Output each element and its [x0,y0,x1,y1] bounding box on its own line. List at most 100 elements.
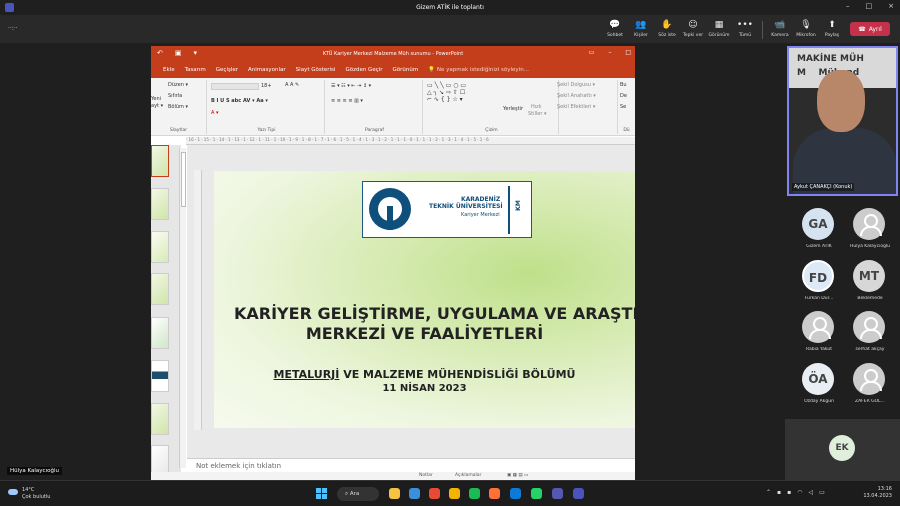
tell-me-search[interactable]: 💡 Ne yapmak istediğinizi söyleyin... [428,67,529,73]
firefox-icon[interactable] [489,488,500,499]
select-button[interactable]: Se [620,104,626,110]
scrollbar-thumb[interactable] [181,152,186,207]
self-view-tile[interactable]: EK [785,419,900,480]
quick-styles-button[interactable]: Hızlı [531,104,542,110]
file-explorer-icon[interactable] [409,488,420,499]
slide-thumbnail[interactable] [151,145,169,177]
tab-slideshow[interactable]: Slayt Gösterisi [296,67,336,73]
volume-icon[interactable]: ◁ [808,489,813,496]
ppt-ribbon-options-icon[interactable]: ▭ [589,49,595,56]
teams-icon [5,3,14,12]
undo-icon[interactable]: ↶ [157,49,163,57]
list-buttons[interactable]: ☰ ▾ ☷ ▾ ⇤ ⇥ ↕ ▾ [331,83,371,89]
replace-button[interactable]: De [620,93,627,99]
view-buttons[interactable]: ▣ ▦ ▤ ▭ [507,473,528,478]
notes-toggle[interactable]: Notlar [419,473,433,478]
wifi-icon[interactable]: ◠ [797,489,802,496]
folder-icon[interactable] [449,488,460,499]
participant-tile[interactable]: Hülya Kalaycıoğlu [840,208,896,258]
thumbnail-scrollbar[interactable] [179,148,186,468]
slide-thumbnails[interactable] [151,145,181,477]
slide-thumbnail[interactable] [151,403,169,435]
chat-button[interactable]: 💬 Sohbet [602,19,628,38]
slide-thumbnail[interactable] [151,273,169,305]
participants-panel: MAKİNE MÜH M Mühend Aykut ÇANAKÇI (Konuk… [785,43,900,480]
slide-thumbnail[interactable] [151,317,169,349]
react-button[interactable]: ☺ Tepki ver [680,19,706,38]
slide-thumbnail[interactable] [151,360,169,392]
ppt-maximize-button[interactable]: □ [625,49,631,56]
system-tray[interactable]: ⌃ ▪ ▪ ◠ ◁ ▭ [766,489,825,496]
shape-outline-button[interactable]: Şekil Anahattı ▾ [557,93,596,99]
view-button[interactable]: ▦ Görünüm [706,19,732,38]
shape-fill-button[interactable]: Şekil Dolgusu ▾ [557,82,595,88]
share-button[interactable]: ⬆ Paylaş [819,19,845,38]
tray-app-icon[interactable]: ▪ [787,489,791,496]
raise-hand-button[interactable]: ✋ Söz iste [654,19,680,38]
format-buttons[interactable]: B I U S abc AV ▾ Aa ▾ [211,98,268,104]
weather-widget[interactable]: 14°C Çok bulutlu [8,487,50,501]
more-button[interactable]: ••• Tümü [732,19,758,38]
find-button[interactable]: Bu [620,82,627,88]
battery-icon[interactable]: ▭ [819,489,825,496]
leave-button[interactable]: ☎ Ayrıl [850,22,890,36]
participant-tile[interactable]: FD Furkan Dur... [789,260,845,310]
mic-button[interactable]: 🎙 Mikrofon [793,19,819,38]
layout-button[interactable]: Düzen ▾ [168,82,188,88]
people-button[interactable]: 👥 Kişiler [628,19,654,38]
participant-tile[interactable]: ZAFER GÖL... [840,363,896,413]
edge-icon[interactable] [510,488,521,499]
tab-review[interactable]: Gözden Geçir [345,67,382,73]
slide-thumbnail[interactable] [151,231,169,263]
spotify-icon[interactable] [469,488,480,499]
clock[interactable]: 13:16 13.04.2023 [863,486,892,500]
tab-design[interactable]: Tasarım [185,67,206,73]
section-button[interactable]: Bölüm ▾ [168,104,188,110]
font-color-button[interactable]: A ▾ [211,110,219,116]
teams-icon[interactable] [552,488,563,499]
current-slide[interactable]: KARADENİZ TEKNİK ÜNİVERSİTESİ Kariyer Me… [214,171,635,428]
minimize-button[interactable]: – [846,2,850,10]
tab-view[interactable]: Görünüm [393,67,419,73]
shape-effects-button[interactable]: Şekil Efektleri ▾ [557,104,595,110]
powerpoint-window: ↶ ▣ ▾ KTÜ Kariyer Merkezi Malzeme Müh su… [151,46,635,480]
start-button[interactable] [316,488,327,499]
ribbon-tabs: Ekle Tasarım Geçişler Animasyonlar Slayt… [151,61,635,78]
chrome-icon[interactable] [429,488,440,499]
customize-icon[interactable]: ▾ [194,49,198,57]
new-slide-button[interactable]: Yeni [151,96,161,102]
taskbar-search[interactable]: ⌕ Ara [337,487,379,501]
participant-tile[interactable]: serhat akçay [840,311,896,361]
font-name-dropdown[interactable] [211,83,259,90]
arrange-button[interactable]: Yerleştir [503,106,523,112]
align-buttons[interactable]: ≡ ≡ ≡ ≡ ▥ ▾ [331,98,363,104]
participant-tile[interactable]: Rabia Yakut [789,311,845,361]
participant-tile[interactable]: MT Beklemede [840,260,896,310]
participant-tile[interactable]: GA Gizem ATİK [789,208,845,258]
maximize-button[interactable]: □ [866,2,873,10]
chevron-up-icon[interactable]: ⌃ [766,489,771,496]
camera-button[interactable]: 📹 Kamera [767,19,793,38]
slideshow-start-icon[interactable]: ▣ [175,49,182,57]
task-view-icon[interactable] [389,488,400,499]
tab-transitions[interactable]: Geçişler [216,67,238,73]
reset-button[interactable]: Sıfırla [168,93,182,99]
whatsapp-icon[interactable] [531,488,542,499]
grow-font-icon[interactable]: A A ✎ [285,82,299,88]
ppt-minimize-button[interactable]: – [608,49,611,56]
close-button[interactable]: × [888,2,894,10]
comments-toggle[interactable]: Açıklamalar [455,473,481,478]
cloud-icon [8,489,18,495]
tab-animations[interactable]: Animasyonlar [248,67,286,73]
video-tile[interactable]: MAKİNE MÜH M Mühend Aykut ÇANAKÇI (Konuk… [787,46,898,196]
tray-app-icon[interactable]: ▪ [777,489,781,496]
react-icon: ☺ [688,20,698,30]
shapes-gallery[interactable]: ▭ ╲ ╲ ▭ ○ ▭ △ ┐ ↘ ⇨ ⇧ ☐ ⌐ ∿ { } ☆ ▾ [427,82,466,103]
tab-insert[interactable]: Ekle [163,67,175,73]
notes-field[interactable]: Not eklemek için tıklatın [187,458,635,472]
participant-tile[interactable]: ÖA Özday Akgün [789,363,845,413]
slide-thumbnail[interactable] [151,188,169,220]
font-size-dropdown[interactable]: 18+ [261,83,272,89]
teams-app-icon[interactable] [573,488,584,499]
phone-icon: ☎ [858,25,866,33]
